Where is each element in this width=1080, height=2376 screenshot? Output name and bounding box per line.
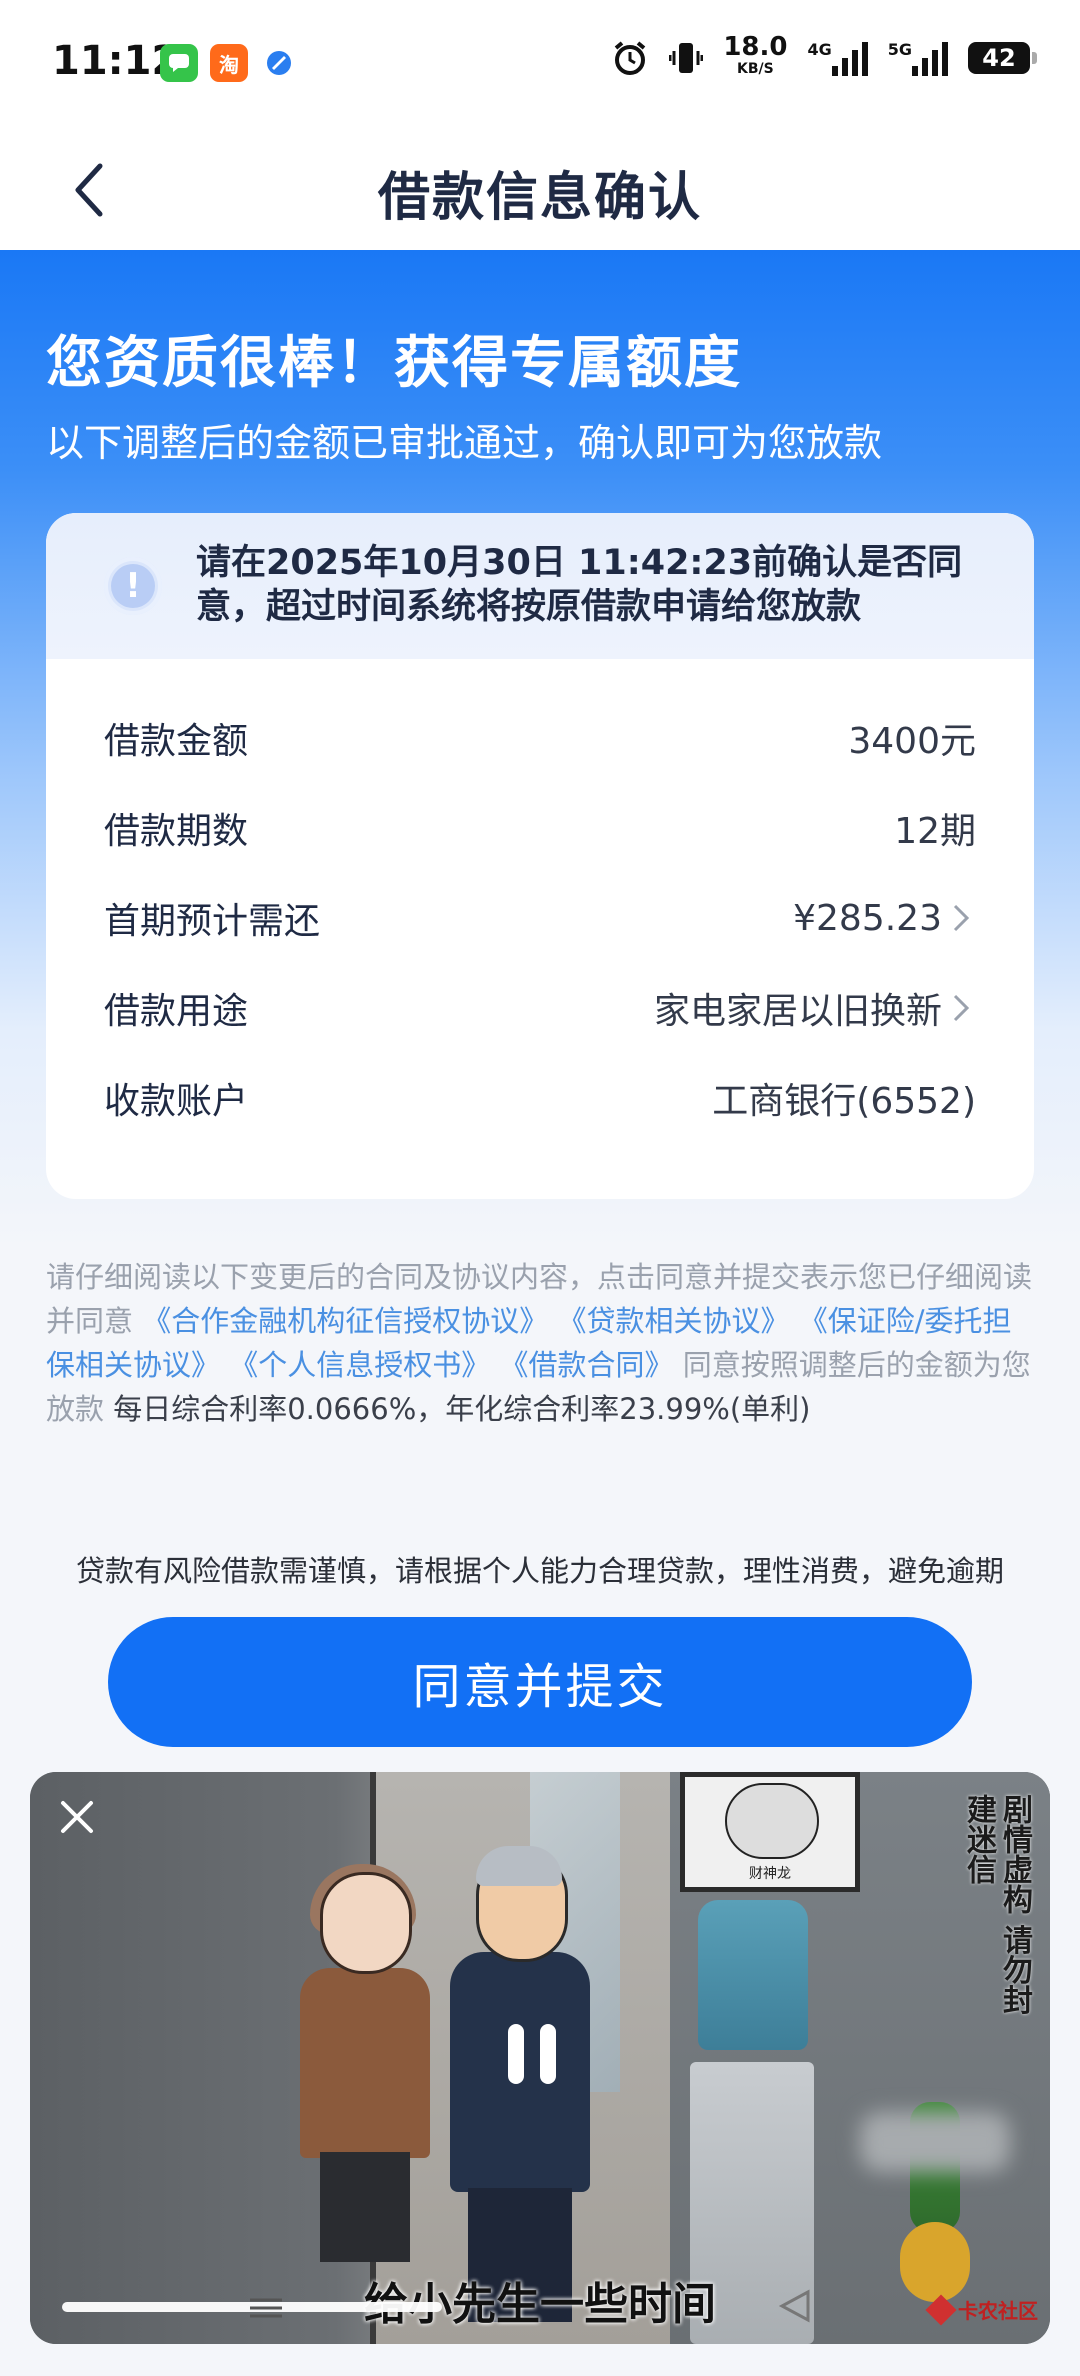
notification-icons: 淘 <box>160 44 298 82</box>
detail-label: 借款期数 <box>104 811 249 852</box>
agreement-link-credit-auth[interactable]: 《合作金融机构征信授权协议》 <box>142 1304 548 1338</box>
signal-4g: 4G <box>807 40 868 76</box>
nav-bar: 借款信息确认 <box>0 125 1080 250</box>
signal-4g-icon <box>831 40 868 76</box>
video-character-woman <box>300 1864 430 2302</box>
risk-notice: 贷款有风险借款需谨慎，请根据个人能力合理贷款，理性消费，避免逾期 <box>75 1554 1004 1588</box>
battery-icon: 42 <box>968 42 1037 74</box>
loan-detail-list: 借款金额 3400元 借款期数 12期 首期预计需还 ¥285.23 借款用途 … <box>46 693 1034 1143</box>
detail-value: 家电家居以旧换新 <box>653 991 942 1032</box>
system-icons: 18.0 KB/S 4G 5G 42 <box>611 32 1037 80</box>
agreement-text: 请仔细阅读以下变更后的合同及协议内容，点击同意并提交表示您已仔细阅读并同意 《合… <box>46 1255 1036 1431</box>
agreement-link-loan-contract[interactable]: 《借款合同》 <box>499 1348 673 1382</box>
taobao-icon: 淘 <box>210 44 248 82</box>
net-speed-value: 18.0 <box>723 32 788 62</box>
interest-rate-text: 每日综合利率0.0666%，年化综合利率23.99%(单利) <box>113 1392 811 1426</box>
detail-value: ¥285.23 <box>793 897 942 939</box>
message-icon <box>160 44 198 82</box>
chevron-right-icon <box>952 903 976 933</box>
video-disclaimer: 剧情虚构 请勿封建迷信 <box>961 1794 1032 2015</box>
close-icon <box>61 1801 93 1833</box>
detail-value: 工商银行(6552) <box>712 1081 976 1122</box>
app-icon <box>260 44 298 82</box>
detail-label: 借款金额 <box>104 721 249 762</box>
video-close-button[interactable] <box>52 1792 102 1842</box>
hero-subtitle: 以下调整后的金额已审批通过，确认即可为您放款 <box>46 421 883 465</box>
detail-row-purpose[interactable]: 借款用途 家电家居以旧换新 <box>104 963 976 1053</box>
net-speed: 18.0 KB/S <box>723 32 788 80</box>
exclamation-icon: ! <box>104 557 162 615</box>
vibrate-icon <box>669 43 704 73</box>
detail-row-terms: 借款期数 12期 <box>104 783 976 873</box>
net-speed-unit: KB/S <box>737 61 774 77</box>
signal-5g-icon <box>912 40 948 76</box>
network-4g-label: 4G <box>807 40 832 59</box>
menu-icon[interactable] <box>248 2296 284 2320</box>
detail-label: 首期预计需还 <box>104 901 321 942</box>
video-scene-portrait: 财神龙 <box>680 1772 860 1892</box>
video-character-man <box>450 1846 590 2322</box>
detail-value: 12期 <box>894 811 976 852</box>
detail-row-first-repayment[interactable]: 首期预计需还 ¥285.23 <box>104 873 976 963</box>
detail-label: 收款账户 <box>104 1081 249 1122</box>
signal-5g: 5G <box>888 40 948 76</box>
confirm-notice: ! 请在2025年10月30日 11:42:23前确认是否同意，超过时间系统将按… <box>46 513 1034 659</box>
notice-text: 请在2025年10月30日 11:42:23前确认是否同意，超过时间系统将按原借… <box>196 543 963 627</box>
video-scene-water-bottle <box>698 1900 808 2050</box>
chevron-right-icon <box>952 993 976 1023</box>
alarm-icon <box>615 41 646 75</box>
hero-title: 您资质很棒！获得专属额度 <box>46 331 742 396</box>
detail-label: 借款用途 <box>104 991 249 1032</box>
status-bar: 11:12 淘 18.0 KB/S 4G 5G 42 <box>0 0 1080 125</box>
battery-level: 42 <box>982 44 1016 72</box>
detail-row-account: 收款账户 工商银行(6552) <box>104 1053 976 1143</box>
back-triangle-icon[interactable] <box>778 2288 812 2324</box>
floating-video-player[interactable]: 财神龙 剧情虚构 请勿封建迷信 给小先生一些时间 卡农社区 <box>30 1772 1050 2344</box>
loan-info-card: ! 请在2025年10月30日 11:42:23前确认是否同意，超过时间系统将按… <box>46 513 1034 1199</box>
system-nav-keys <box>0 2288 1080 2328</box>
detail-row-amount: 借款金额 3400元 <box>104 693 976 783</box>
agreement-link-personal-info[interactable]: 《个人信息授权书》 <box>229 1348 490 1382</box>
portrait-caption: 财神龙 <box>749 1866 791 1882</box>
agreement-link-loan[interactable]: 《贷款相关协议》 <box>557 1304 789 1338</box>
video-blur-region <box>860 2112 1010 2172</box>
page-title: 借款信息确认 <box>377 168 702 228</box>
network-5g-label: 5G <box>887 40 912 59</box>
detail-value: 3400元 <box>848 721 976 762</box>
taobao-label: 淘 <box>219 52 239 77</box>
agree-submit-button[interactable]: 同意并提交 <box>108 1617 972 1747</box>
pause-icon[interactable] <box>508 2024 562 2084</box>
